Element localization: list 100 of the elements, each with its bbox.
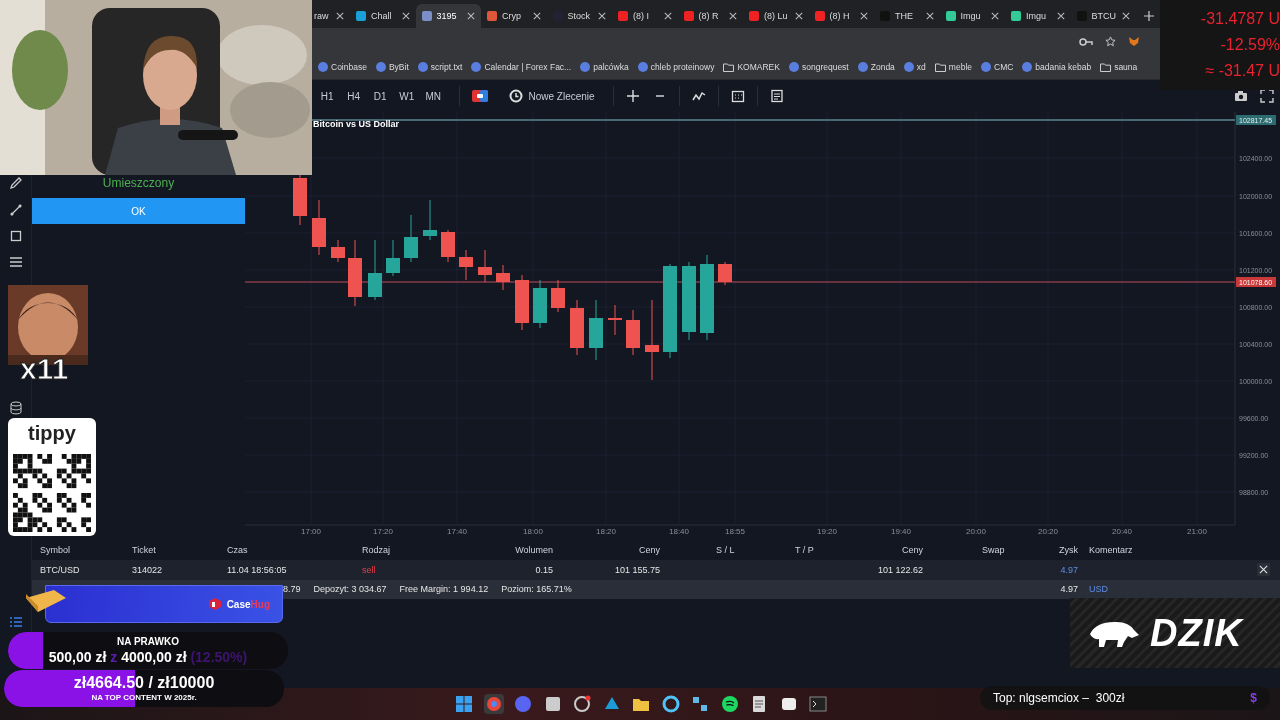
bookmark[interactable]: Calendar | Forex Fac... xyxy=(471,62,572,72)
browser-tab[interactable]: Chall xyxy=(350,4,416,28)
timeframe-button[interactable]: H4 xyxy=(340,88,367,104)
axis-label: 19:20 xyxy=(817,527,837,536)
candle xyxy=(441,229,455,263)
bookmark[interactable]: KOMAREK xyxy=(723,62,780,72)
app-icon[interactable] xyxy=(571,693,593,715)
bookmark[interactable]: ByBit xyxy=(375,62,409,72)
browser-tab[interactable]: BTCU xyxy=(1070,4,1136,28)
star-icon[interactable] xyxy=(1105,36,1116,47)
candle xyxy=(570,299,584,356)
fox-icon[interactable] xyxy=(1128,36,1140,47)
site-icon xyxy=(981,62,991,72)
calendar-icon[interactable] xyxy=(730,89,745,103)
candle xyxy=(459,249,473,281)
bookmark[interactable]: CMC xyxy=(981,62,1014,72)
bookmark[interactable]: xd xyxy=(903,62,926,72)
key-icon[interactable] xyxy=(1079,36,1093,47)
timeframe-button[interactable]: MN xyxy=(420,88,447,104)
browser-tab[interactable]: Imgu xyxy=(1005,4,1071,28)
zoom-in-icon[interactable] xyxy=(625,89,640,103)
summary-value: Depozyt: 3 034.67 xyxy=(313,584,387,595)
browser-tab[interactable]: (8) Lu xyxy=(743,4,809,28)
camera-icon[interactable] xyxy=(1234,89,1248,103)
browser-tab[interactable]: Stock xyxy=(546,4,612,28)
new-order-button[interactable]: Nowe Zlecenie xyxy=(502,88,601,104)
close-icon[interactable] xyxy=(860,12,868,20)
timeframe-button[interactable]: H1 xyxy=(314,88,341,104)
close-button[interactable] xyxy=(1257,563,1270,577)
browser-tab[interactable]: (8) R xyxy=(677,4,743,28)
summary-value: 4.97 xyxy=(1059,584,1078,595)
axis-label: 20:20 xyxy=(1038,527,1058,536)
close-icon[interactable] xyxy=(1122,12,1130,20)
bookmark[interactable]: songrequest xyxy=(788,62,849,72)
timeframe-button[interactable]: W1 xyxy=(393,88,420,104)
column-header: Ceny xyxy=(638,545,660,555)
table-cell-text: 11.04 18:56:05 xyxy=(227,564,288,575)
browser-tab[interactable]: 3195 xyxy=(415,4,481,28)
fullscreen-icon[interactable] xyxy=(1260,89,1274,103)
goal-title: NA PRAWKO xyxy=(117,635,179,648)
close-icon[interactable] xyxy=(598,12,606,20)
axis-label: 17:20 xyxy=(373,527,393,536)
browser-tab[interactable]: THE xyxy=(874,4,940,28)
candle xyxy=(404,214,418,263)
candle xyxy=(551,279,565,313)
stat-value: -12.59% xyxy=(1220,36,1280,54)
column-header: S / L xyxy=(715,545,736,555)
start-icon[interactable] xyxy=(453,693,475,715)
axis-label: 17:00 xyxy=(301,527,321,536)
column-header: Symbol xyxy=(39,545,71,555)
line-tool-icon[interactable] xyxy=(8,203,23,217)
summary-value: Free Margin: 1 994.12 xyxy=(399,584,489,595)
browser-icon[interactable] xyxy=(482,693,505,715)
terminal-icon[interactable] xyxy=(807,693,829,715)
site-icon xyxy=(471,62,482,72)
candle xyxy=(496,264,510,291)
close-icon[interactable] xyxy=(663,12,672,20)
chart-title: Bitcoin vs US Dollar xyxy=(313,119,400,129)
browser-tab[interactable]: (8) I xyxy=(612,4,678,28)
indicator-icon[interactable] xyxy=(691,89,706,103)
pencil-icon[interactable] xyxy=(8,176,23,190)
candle xyxy=(293,174,307,226)
menu-icon[interactable] xyxy=(8,255,23,269)
close-icon[interactable] xyxy=(991,12,999,20)
clock-icon[interactable] xyxy=(508,89,523,103)
site-icon xyxy=(637,62,648,72)
browser-tab[interactable]: Cryp xyxy=(481,4,547,28)
browser-tab[interactable]: raw xyxy=(312,4,350,28)
close-icon[interactable] xyxy=(336,12,344,20)
close-icon[interactable] xyxy=(467,12,475,20)
column-header: Ceny xyxy=(901,545,923,555)
toggle-icon[interactable] xyxy=(471,90,488,102)
table-cell-text: 101 155.75 xyxy=(613,564,660,575)
bookmark[interactable]: sauna xyxy=(1100,62,1138,72)
database-icon[interactable] xyxy=(8,401,23,415)
bookmark[interactable]: chleb proteinowy xyxy=(637,62,715,72)
column-header: Czas xyxy=(227,545,249,555)
bookmark[interactable]: Zonda xyxy=(857,62,895,72)
close-icon[interactable] xyxy=(794,12,803,20)
column-header: Wolumen xyxy=(514,545,553,555)
close-icon[interactable] xyxy=(925,12,934,20)
list-icon[interactable] xyxy=(769,89,784,103)
browser-tab[interactable]: (8) H xyxy=(808,4,874,28)
timeframe-button[interactable]: D1 xyxy=(367,88,394,104)
bookmark[interactable]: palcówka xyxy=(580,62,629,72)
rectangle-tool-icon[interactable] xyxy=(8,229,23,243)
close-icon[interactable] xyxy=(401,12,410,20)
close-icon[interactable] xyxy=(1056,12,1065,20)
chat-icon[interactable] xyxy=(512,693,534,715)
close-icon[interactable] xyxy=(532,12,541,20)
bookmark[interactable]: badania kebab xyxy=(1022,62,1092,72)
browser-tab[interactable]: Imgu xyxy=(939,4,1005,28)
site-icon xyxy=(618,11,628,21)
bookmark[interactable]: Coinbase xyxy=(318,62,367,72)
table-cell-text: 4.97 xyxy=(1059,564,1078,575)
new-tab-icon[interactable] xyxy=(1144,11,1154,21)
column-header: Zysk xyxy=(1058,545,1078,555)
bookmark[interactable]: meble xyxy=(934,62,972,72)
bookmark[interactable]: script.txt xyxy=(417,62,463,72)
close-icon[interactable] xyxy=(729,12,737,20)
